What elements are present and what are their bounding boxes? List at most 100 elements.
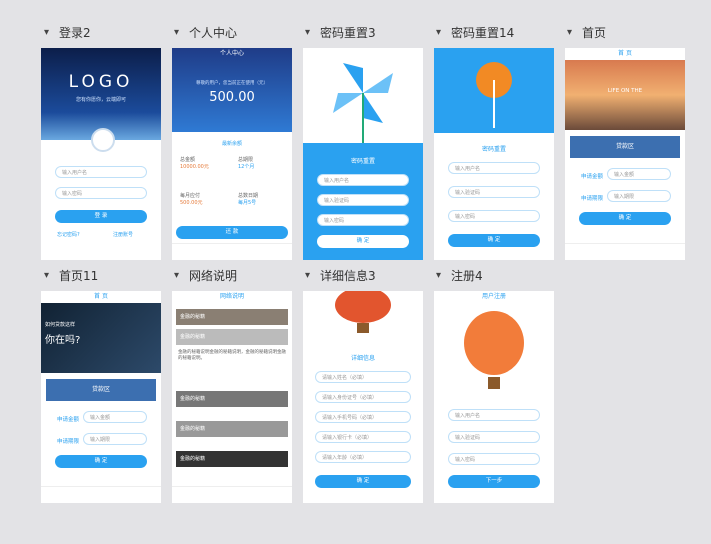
slogan: 您有你愿你，云端即可	[75, 97, 126, 103]
page-title: 网络说明	[219, 293, 244, 300]
tab-bar	[172, 243, 292, 260]
chevron-down-icon[interactable]: ▾	[305, 270, 310, 281]
bank-card-input[interactable]: 请输入银行卡（必填）	[315, 431, 411, 443]
group-header-network[interactable]: ▾ 网络说明	[174, 267, 237, 284]
chevron-down-icon[interactable]: ▾	[44, 27, 49, 38]
tab-bar	[41, 486, 161, 503]
screen-register4[interactable]: 用户注册 输入用户名 输入验证码 输入密码 下一步	[434, 291, 554, 503]
term-input[interactable]: 输入期限	[607, 190, 671, 202]
code-input[interactable]: 输入验证码	[448, 186, 540, 198]
description-text: 金融的秘籍说明金融的秘籍说明，金融的秘籍说明金融的秘籍说明。	[178, 350, 286, 361]
screen-password-reset3[interactable]: 密码重置 输入用户名 输入验证码 输入密码 确 定	[303, 48, 423, 260]
chevron-down-icon[interactable]: ▾	[174, 270, 179, 281]
chevron-down-icon[interactable]: ▾	[174, 27, 179, 38]
confirm-button[interactable]: 确 定	[448, 234, 540, 247]
avatar[interactable]	[91, 128, 115, 152]
group-header-personal[interactable]: ▾ 个人中心	[174, 24, 237, 41]
field-label: 申请期限	[581, 196, 604, 202]
code-input[interactable]: 输入验证码	[317, 194, 409, 206]
forgot-password-link[interactable]: 忘记密码?	[57, 231, 80, 238]
screen-personal-center[interactable]: 个人中心 尊敬的用户，您当前正在使用（元） 500.00 最新余额 总金额 100…	[172, 48, 292, 260]
stat-value: 10000.00元	[180, 164, 209, 170]
id-number-input[interactable]: 请输入身份证号（必填）	[315, 391, 411, 403]
loan-banner[interactable]: 贷款区	[570, 136, 680, 158]
next-button[interactable]: 下一步	[448, 475, 540, 488]
field-label: 申请金额	[57, 417, 80, 423]
phone-input[interactable]: 输入用户名	[448, 162, 540, 174]
greeting-text: 尊敬的用户，您当前正在使用（元）	[196, 81, 268, 86]
tab-bar	[565, 243, 685, 260]
page-title: 个人中心	[219, 50, 244, 57]
list-item[interactable]: 金融的秘籍	[176, 421, 288, 437]
group-header-detail[interactable]: ▾ 详细信息3	[305, 267, 376, 284]
password-input[interactable]: 输入密码	[448, 453, 540, 465]
login-button[interactable]: 登 录	[55, 210, 147, 223]
term-input[interactable]: 输入期限	[83, 433, 147, 445]
balance-value: 500.00	[209, 90, 255, 105]
password-input[interactable]: 输入密码	[55, 187, 147, 199]
screen-home11[interactable]: 首 页 如何贷款这样 你在吗? 贷款区 申请金额 输入金额 申请期限 输入期限 …	[41, 291, 161, 503]
stat-item: 每月应付 500.00元	[180, 192, 203, 206]
list-item[interactable]: 金融的秘籍	[176, 451, 288, 467]
group-title: 首页11	[59, 269, 99, 283]
group-header-register[interactable]: ▾ 注册4	[436, 267, 483, 284]
hero-banner	[434, 48, 554, 133]
group-title: 密码重置14	[451, 26, 515, 40]
group-header-home11[interactable]: ▾ 首页11	[44, 267, 98, 284]
repay-button[interactable]: 还 款	[176, 226, 288, 239]
group-header-login2[interactable]: ▾ 登录2	[44, 24, 91, 41]
stat-value: 每月5号	[238, 200, 257, 206]
list-item[interactable]: 金融的秘籍	[176, 391, 288, 407]
screen-login2[interactable]: LOGO 您有你愿你，云端即可 输入用户名 输入密码 登 录 忘记密码? 注册账…	[41, 48, 161, 260]
phone-input[interactable]: 输入用户名	[317, 174, 409, 186]
pinwheel-orange-icon	[476, 62, 512, 128]
stat-value: 500.00元	[180, 200, 203, 206]
hero-text: LIFE ON THE	[607, 88, 643, 94]
code-input[interactable]: 输入验证码	[448, 431, 540, 443]
register-link[interactable]: 注册账号	[113, 231, 133, 238]
chevron-down-icon[interactable]: ▾	[305, 27, 310, 38]
stat-name: 总期限	[238, 157, 254, 163]
loan-banner[interactable]: 贷款区	[46, 379, 156, 401]
group-title: 登录2	[59, 26, 91, 40]
group-title: 注册4	[451, 269, 483, 283]
page-title: 用户注册	[481, 293, 506, 300]
username-input[interactable]: 输入用户名	[55, 166, 147, 178]
hot-air-balloon-icon	[464, 311, 524, 389]
amount-input[interactable]: 输入金额	[83, 411, 147, 423]
stat-name: 总数日期	[238, 193, 259, 199]
group-header-reset14[interactable]: ▾ 密码重置14	[436, 24, 514, 41]
phone-input[interactable]: 请输入手机号码（必填）	[315, 411, 411, 423]
hero-line1: 如何贷款这样	[45, 322, 76, 328]
field-label: 申请金额	[581, 174, 604, 180]
stat-item: 总期限 12个月	[238, 156, 254, 170]
phone-input[interactable]: 输入用户名	[448, 409, 540, 421]
confirm-button[interactable]: 确 定	[55, 455, 147, 468]
stat-value: 12个月	[238, 164, 255, 170]
screen-password-reset14[interactable]: 密码重置 输入用户名 输入验证码 输入密码 确 定	[434, 48, 554, 260]
amount-input[interactable]: 输入金额	[607, 168, 671, 180]
chevron-down-icon[interactable]: ▾	[436, 270, 441, 281]
screen-detail-info[interactable]: 详细信息 请输入姓名（必填） 请输入身份证号（必填） 请输入手机号码（必填） 请…	[303, 291, 423, 503]
group-title: 密码重置3	[320, 26, 376, 40]
screen-home[interactable]: 首 页 LIFE ON THE 贷款区 申请金额 输入金额 申请期限 输入期限 …	[565, 48, 685, 260]
age-input[interactable]: 请输入年龄（必填）	[315, 451, 411, 463]
list-item[interactable]: 金融的秘籍	[176, 329, 288, 345]
hero-line2: 你在吗?	[45, 335, 81, 346]
chevron-down-icon[interactable]: ▾	[567, 27, 572, 38]
balance-label: 最新余额	[221, 141, 242, 147]
chevron-down-icon[interactable]: ▾	[436, 27, 441, 38]
new-password-input[interactable]: 输入密码	[448, 210, 540, 222]
group-header-home[interactable]: ▾ 首页	[567, 24, 606, 41]
confirm-button[interactable]: 确 定	[579, 212, 671, 225]
name-input[interactable]: 请输入姓名（必填）	[315, 371, 411, 383]
chevron-down-icon[interactable]: ▾	[44, 270, 49, 281]
screen-network-info[interactable]: 网络说明 金融的秘籍 金融的秘籍 金融的秘籍说明金融的秘籍说明，金融的秘籍说明金…	[172, 291, 292, 503]
group-header-reset3[interactable]: ▾ 密码重置3	[305, 24, 376, 41]
confirm-button[interactable]: 确 定	[315, 475, 411, 488]
new-password-input[interactable]: 输入密码	[317, 214, 409, 226]
page-title: 首 页	[94, 293, 108, 300]
pinwheel-image	[303, 48, 423, 143]
confirm-button[interactable]: 确 定	[317, 235, 409, 248]
list-item[interactable]: 金融的秘籍	[176, 309, 288, 325]
